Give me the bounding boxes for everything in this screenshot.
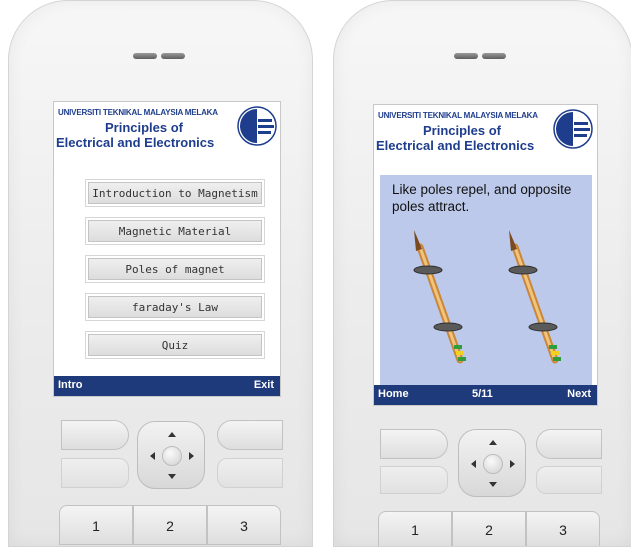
dpad-down-arrow-icon[interactable] bbox=[489, 482, 497, 487]
softkey-bar: Home 5/11 Next bbox=[374, 385, 597, 405]
page-indicator: 5/11 bbox=[472, 388, 493, 400]
menu-button-magnetic-material[interactable]: Magnetic Material bbox=[88, 220, 262, 242]
dpad-right-arrow-icon[interactable] bbox=[189, 452, 194, 460]
menu-button-poles[interactable]: Poles of magnet bbox=[88, 258, 262, 280]
dpad-right-arrow-icon[interactable] bbox=[510, 460, 515, 468]
speaker-grille bbox=[482, 53, 506, 59]
speaker-grille bbox=[454, 53, 478, 59]
app-header: UNIVERSITI TEKNIKAL MALAYSIA MELAKA Prin… bbox=[374, 105, 597, 165]
dpad-up-arrow-icon[interactable] bbox=[489, 440, 497, 445]
key-3[interactable]: 3 bbox=[526, 511, 600, 546]
key-2[interactable]: 2 bbox=[452, 511, 526, 546]
university-logo-icon bbox=[237, 106, 277, 146]
right-softkey-button[interactable] bbox=[217, 420, 283, 450]
speaker-grille bbox=[133, 53, 157, 59]
menu-button-quiz[interactable]: Quiz bbox=[88, 334, 262, 356]
dpad-left-arrow-icon[interactable] bbox=[150, 452, 155, 460]
dpad-down-arrow-icon[interactable] bbox=[168, 474, 176, 479]
phone-menu-view: UNIVERSITI TEKNIKAL MALAYSIA MELAKA Prin… bbox=[8, 0, 313, 547]
left-softkey-button[interactable] bbox=[61, 420, 129, 450]
speaker-grille bbox=[161, 53, 185, 59]
call-key[interactable] bbox=[61, 458, 129, 488]
phone-slide-view: UNIVERSITI TEKNIKAL MALAYSIA MELAKA Prin… bbox=[333, 0, 631, 547]
dpad[interactable] bbox=[137, 421, 205, 489]
end-key[interactable] bbox=[217, 458, 283, 488]
menu-button-introduction[interactable]: Introduction to Magnetism bbox=[88, 182, 262, 204]
softkey-intro[interactable]: Intro bbox=[58, 379, 82, 391]
dpad-center-button[interactable] bbox=[483, 454, 503, 474]
call-key[interactable] bbox=[380, 466, 448, 494]
app-title-line1: Principles of bbox=[422, 123, 502, 138]
app-header: UNIVERSITI TEKNIKAL MALAYSIA MELAKA Prin… bbox=[54, 102, 280, 162]
app-title-line1: Principles of bbox=[104, 120, 184, 135]
softkey-bar: Intro Exit bbox=[54, 376, 280, 396]
app-title-line2: Electrical and Electronics bbox=[56, 135, 215, 150]
app-title-line2: Electrical and Electronics bbox=[376, 138, 535, 153]
dpad-up-arrow-icon[interactable] bbox=[168, 432, 176, 437]
key-3[interactable]: 3 bbox=[207, 505, 281, 545]
left-softkey-button[interactable] bbox=[380, 429, 448, 459]
softkey-exit[interactable]: Exit bbox=[254, 379, 274, 391]
menu-button-faraday[interactable]: faraday's Law bbox=[88, 296, 262, 318]
dpad-left-arrow-icon[interactable] bbox=[471, 460, 476, 468]
key-1[interactable]: 1 bbox=[59, 505, 133, 545]
phone-screen: UNIVERSITI TEKNIKAL MALAYSIA MELAKA Prin… bbox=[53, 101, 281, 397]
right-softkey-button[interactable] bbox=[536, 429, 602, 459]
softkey-next[interactable]: Next bbox=[567, 388, 591, 400]
dpad-center-button[interactable] bbox=[162, 446, 182, 466]
university-name: UNIVERSITI TEKNIKAL MALAYSIA MELAKA bbox=[58, 108, 218, 117]
slide-content: Like poles repel, and opposite poles att… bbox=[380, 175, 592, 385]
dpad[interactable] bbox=[458, 429, 526, 497]
phone-screen: UNIVERSITI TEKNIKAL MALAYSIA MELAKA Prin… bbox=[373, 104, 598, 406]
key-2[interactable]: 2 bbox=[133, 505, 207, 545]
university-logo-icon bbox=[553, 109, 593, 149]
university-name: UNIVERSITI TEKNIKAL MALAYSIA MELAKA bbox=[378, 111, 538, 120]
magnet-pen-left bbox=[413, 230, 466, 364]
magnet-pen-illustration-icon bbox=[413, 230, 561, 364]
softkey-home[interactable]: Home bbox=[378, 388, 409, 400]
magnet-pen-right bbox=[508, 230, 561, 364]
end-key[interactable] bbox=[536, 466, 602, 494]
key-1[interactable]: 1 bbox=[378, 511, 452, 546]
